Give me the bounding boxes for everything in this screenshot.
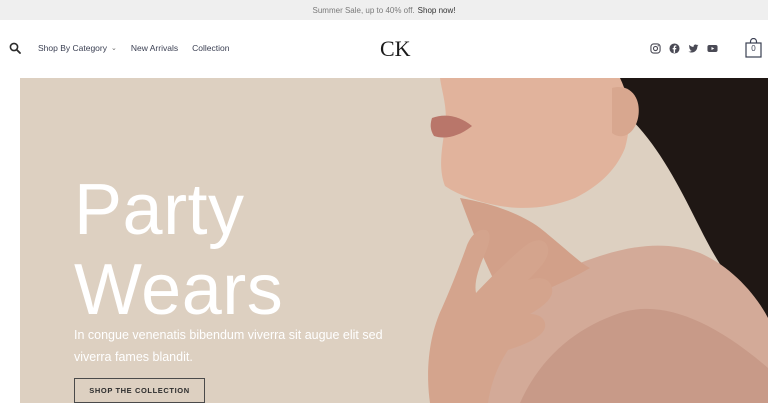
announcement-text: Summer Sale, up to 40% off. xyxy=(312,5,415,15)
nav-shop-by-category[interactable]: Shop By Category ⌄ xyxy=(38,43,117,53)
nav-collection[interactable]: Collection xyxy=(192,43,229,53)
nav-label: Shop By Category xyxy=(38,43,107,53)
chevron-down-icon: ⌄ xyxy=(110,45,117,52)
announcement-bar: Summer Sale, up to 40% off. Shop now! xyxy=(0,0,768,20)
site-header: Shop By Category ⌄ New Arrivals Collecti… xyxy=(0,20,768,78)
hero-banner: Party Wears In congue venenatis bibendum… xyxy=(20,78,768,403)
cart-count: 0 xyxy=(751,44,756,53)
twitter-icon[interactable] xyxy=(688,43,699,54)
youtube-icon[interactable] xyxy=(707,43,718,54)
shop-the-collection-button[interactable]: SHOP THE COLLECTION xyxy=(74,378,205,403)
nav-label: New Arrivals xyxy=(130,43,179,53)
social-links xyxy=(650,43,718,54)
svg-text:CK: CK xyxy=(380,36,411,60)
hero-title-line-2: Wears xyxy=(74,250,284,330)
hero-title: Party Wears xyxy=(74,170,283,330)
nav-new-arrivals[interactable]: New Arrivals xyxy=(131,43,178,53)
cart-button[interactable]: 0 xyxy=(745,37,762,58)
shop-now-link[interactable]: Shop now! xyxy=(418,6,456,15)
search-icon[interactable] xyxy=(9,42,21,54)
hero-title-line-1: Party xyxy=(74,170,245,250)
hero-subtitle: In congue venenatis bibendum viverra sit… xyxy=(74,328,383,364)
nav-label: Collection xyxy=(192,43,230,53)
main-nav: Shop By Category ⌄ New Arrivals Collecti… xyxy=(38,43,243,53)
brand-logo[interactable]: CK xyxy=(380,36,412,60)
instagram-icon[interactable] xyxy=(650,43,661,54)
facebook-icon[interactable] xyxy=(669,43,680,54)
